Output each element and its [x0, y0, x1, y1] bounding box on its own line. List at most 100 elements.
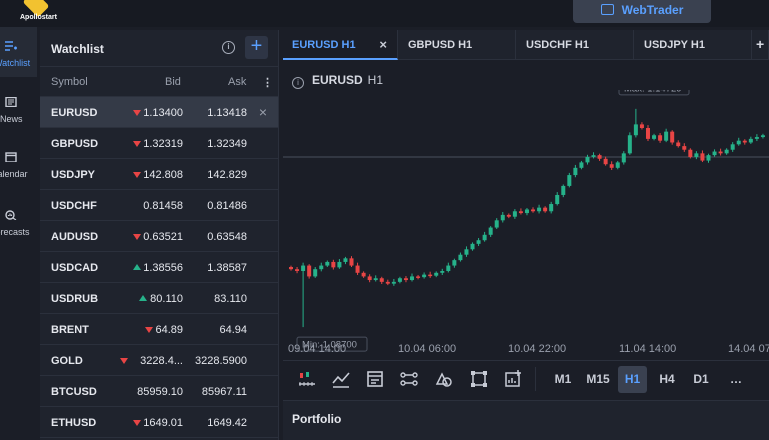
watchlist-icon	[5, 41, 17, 51]
chart-toolbar: M1 M15 H1 H4 D1 …	[283, 360, 769, 396]
candle-body	[730, 144, 735, 150]
candle-body	[452, 260, 457, 266]
candle-body	[664, 131, 669, 141]
candle-body	[410, 276, 415, 281]
timeframe-h1[interactable]: H1	[618, 366, 647, 393]
shapes-tool-icon[interactable]	[434, 369, 454, 389]
candle-body	[434, 272, 439, 276]
nav-item-news[interactable]: News	[0, 83, 37, 133]
candle-body	[742, 140, 747, 143]
candle-body	[585, 156, 590, 163]
candle-body	[627, 135, 632, 154]
chart-timeframe: H1	[367, 73, 384, 87]
row-ask: 1.38587	[207, 262, 247, 274]
row-symbol: ETHUSD	[51, 417, 97, 429]
path-tool-icon[interactable]	[399, 369, 419, 389]
timeframe-h4[interactable]: H4	[653, 366, 681, 393]
candle-body	[524, 209, 529, 214]
calendar-tool-icon[interactable]	[365, 369, 385, 389]
timeframe-d1[interactable]: D1	[687, 366, 715, 393]
watchlist-row-usdjpy[interactable]: USDJPY 142.808 142.829	[40, 159, 278, 190]
candle-body	[512, 211, 517, 217]
tab-label: EURUSD H1	[292, 39, 356, 51]
timeframe-m15[interactable]: M15	[583, 366, 613, 393]
max-price-label: Max: 1.14729	[624, 90, 682, 94]
portfolio-title: Portfolio	[292, 412, 342, 426]
candle-body	[670, 131, 675, 143]
add-symbol-button[interactable]: +	[245, 36, 268, 59]
tab-eurusd-h1[interactable]: EURUSD H1 ×	[283, 30, 398, 60]
candle-body	[355, 265, 360, 273]
candle-body	[676, 142, 681, 147]
price-down-icon	[132, 141, 141, 147]
candle-body	[597, 155, 602, 159]
candle-body	[482, 234, 487, 241]
candlestick-chart[interactable]: Max: 1.14729Min: 1.0870009.04 14:0010.04…	[283, 90, 769, 360]
chart-pane: EURUSD H1 × GBPUSD H1 USDCHF H1 USDJPY H…	[283, 30, 769, 440]
candle-body	[319, 265, 324, 270]
candle-body	[307, 265, 312, 277]
candle-body	[688, 149, 693, 157]
info-icon[interactable]: i	[222, 41, 235, 54]
forecasts-icon	[5, 210, 17, 220]
timeframe-m1[interactable]: M1	[550, 366, 576, 393]
add-tab-button[interactable]: +	[753, 30, 769, 60]
nav-item-calendar[interactable]: Calendar	[0, 138, 37, 188]
candle-body	[494, 220, 499, 228]
candle-body	[464, 249, 469, 255]
row-bid: 1.38556	[143, 262, 183, 274]
tab-label: GBPUSD H1	[408, 39, 473, 51]
row-ask: 0.63548	[207, 231, 247, 243]
watchlist-row-eurusd[interactable]: EURUSD 1.13400 1.13418 ×	[40, 97, 278, 128]
watchlist-row-brent[interactable]: BRENT 64.89 64.94	[40, 314, 278, 345]
watchlist-row-audusd[interactable]: AUDUSD 0.63521 0.63548	[40, 221, 278, 252]
candle-body	[748, 138, 753, 143]
row-ask: 64.94	[219, 324, 247, 336]
calendar-icon	[5, 152, 17, 162]
candle-body	[379, 278, 384, 282]
row-bid: 0.63521	[143, 231, 183, 243]
more-timeframes-button[interactable]: …	[723, 366, 749, 393]
row-ask: 83.110	[214, 293, 247, 305]
nav-item-forecasts[interactable]: Forecasts	[0, 196, 37, 246]
webtrader-button[interactable]: WebTrader	[573, 0, 711, 23]
indicator-tool-icon[interactable]	[331, 369, 351, 389]
column-menu-icon[interactable]: ⋮	[262, 76, 273, 89]
candles-tool-icon[interactable]	[297, 369, 317, 389]
row-ask: 3228.5900	[195, 355, 247, 367]
watchlist-row-btcusd[interactable]: BTCUSD 85959.10 85967.11	[40, 376, 278, 407]
nav-label-calendar: Calendar	[0, 169, 28, 179]
logo-text: Apollostart	[20, 14, 57, 21]
candle-body	[518, 211, 523, 214]
row-bid: 64.89	[155, 324, 183, 336]
row-ask: 1.32349	[207, 138, 247, 150]
row-symbol: USDCHF	[51, 200, 97, 212]
candle-body	[373, 278, 378, 281]
watchlist-columns: Symbol Bid Ask ⋮	[40, 67, 278, 97]
logo[interactable]: Apollostart	[14, 0, 64, 27]
frame-tool-icon[interactable]	[469, 369, 489, 389]
candle-body	[700, 153, 705, 161]
watchlist-row-gold[interactable]: GOLD 3228.4... 3228.5900	[40, 345, 278, 376]
candle-body	[712, 151, 717, 156]
watchlist-row-usdchf[interactable]: USDCHF 0.81458 0.81486	[40, 190, 278, 221]
x-tick-label: 11.04 14:00	[619, 343, 676, 355]
remove-row-icon[interactable]: ×	[259, 104, 267, 120]
add-chart-tool-icon[interactable]	[503, 369, 523, 389]
tab-usdchf-h1[interactable]: USDCHF H1	[517, 30, 634, 60]
row-symbol: BRENT	[51, 324, 89, 336]
candle-body	[428, 274, 433, 277]
info-icon[interactable]: i	[292, 77, 304, 89]
nav-item-watchlist[interactable]: Watchlist	[0, 27, 37, 77]
tab-gbpusd-h1[interactable]: GBPUSD H1	[399, 30, 516, 60]
candle-body	[506, 214, 511, 217]
watchlist-row-ethusd[interactable]: ETHUSD 1649.01 1649.42	[40, 407, 278, 438]
close-icon[interactable]: ×	[379, 37, 387, 52]
candle-body	[567, 175, 572, 186]
row-bid: 0.81458	[143, 200, 183, 212]
candle-body	[325, 261, 330, 266]
watchlist-row-gbpusd[interactable]: GBPUSD 1.32319 1.32349	[40, 128, 278, 159]
watchlist-row-usdrub[interactable]: USDRUB 80.110 83.110	[40, 283, 278, 314]
watchlist-row-usdcad[interactable]: USDCAD 1.38556 1.38587	[40, 252, 278, 283]
tab-usdjpy-h1[interactable]: USDJPY H1	[635, 30, 752, 60]
